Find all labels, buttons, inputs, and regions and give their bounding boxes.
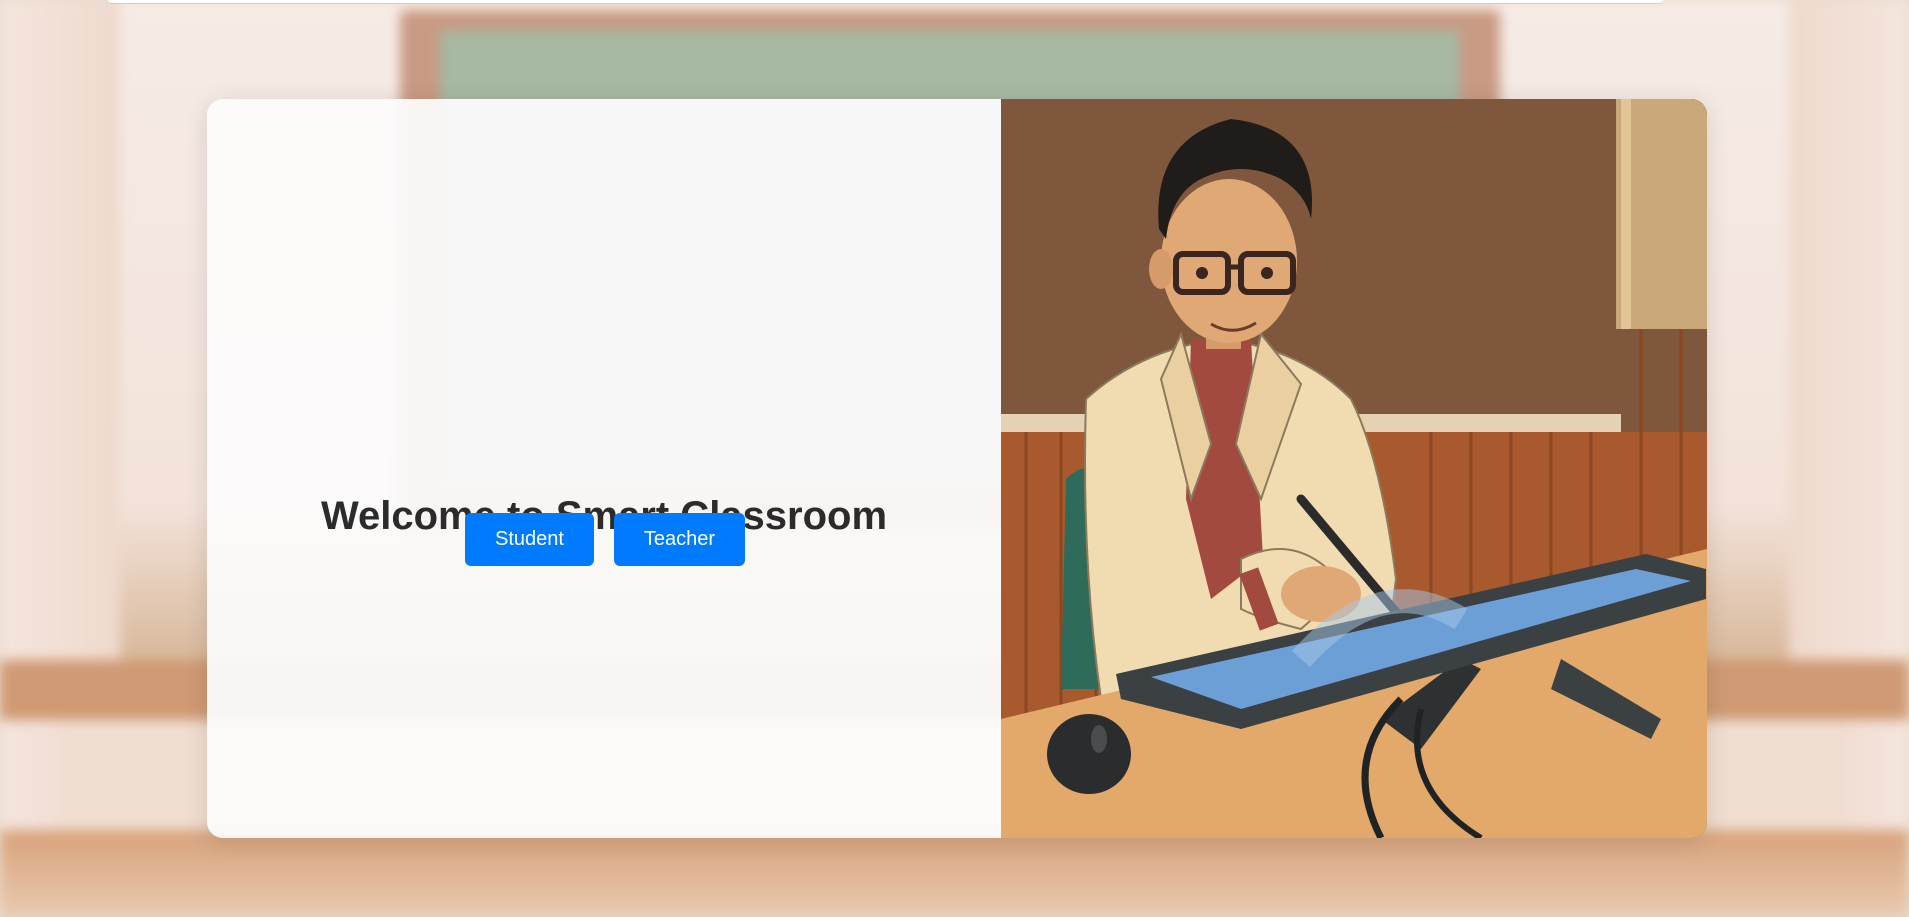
teacher-illustration [1001, 99, 1707, 838]
welcome-panel: Welcome to Smart Classroom Student Teach… [207, 99, 1001, 838]
teacher-with-drawing-tablet-illustration [1001, 99, 1707, 838]
teacher-button[interactable]: Teacher [614, 513, 745, 566]
welcome-card: Welcome to Smart Classroom Student Teach… [207, 99, 1707, 838]
browser-edge [108, 0, 1663, 4]
student-button[interactable]: Student [465, 513, 594, 566]
role-selection: Student Teacher [207, 513, 1001, 566]
